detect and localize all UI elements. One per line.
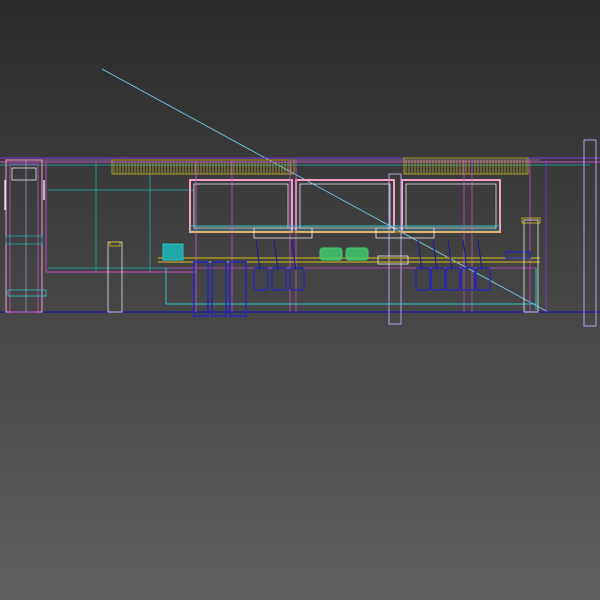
viewport-3d[interactable] [0, 0, 600, 600]
wireframe-canvas[interactable] [0, 0, 600, 600]
viewport-background [0, 0, 600, 600]
teal-container [162, 243, 184, 261]
